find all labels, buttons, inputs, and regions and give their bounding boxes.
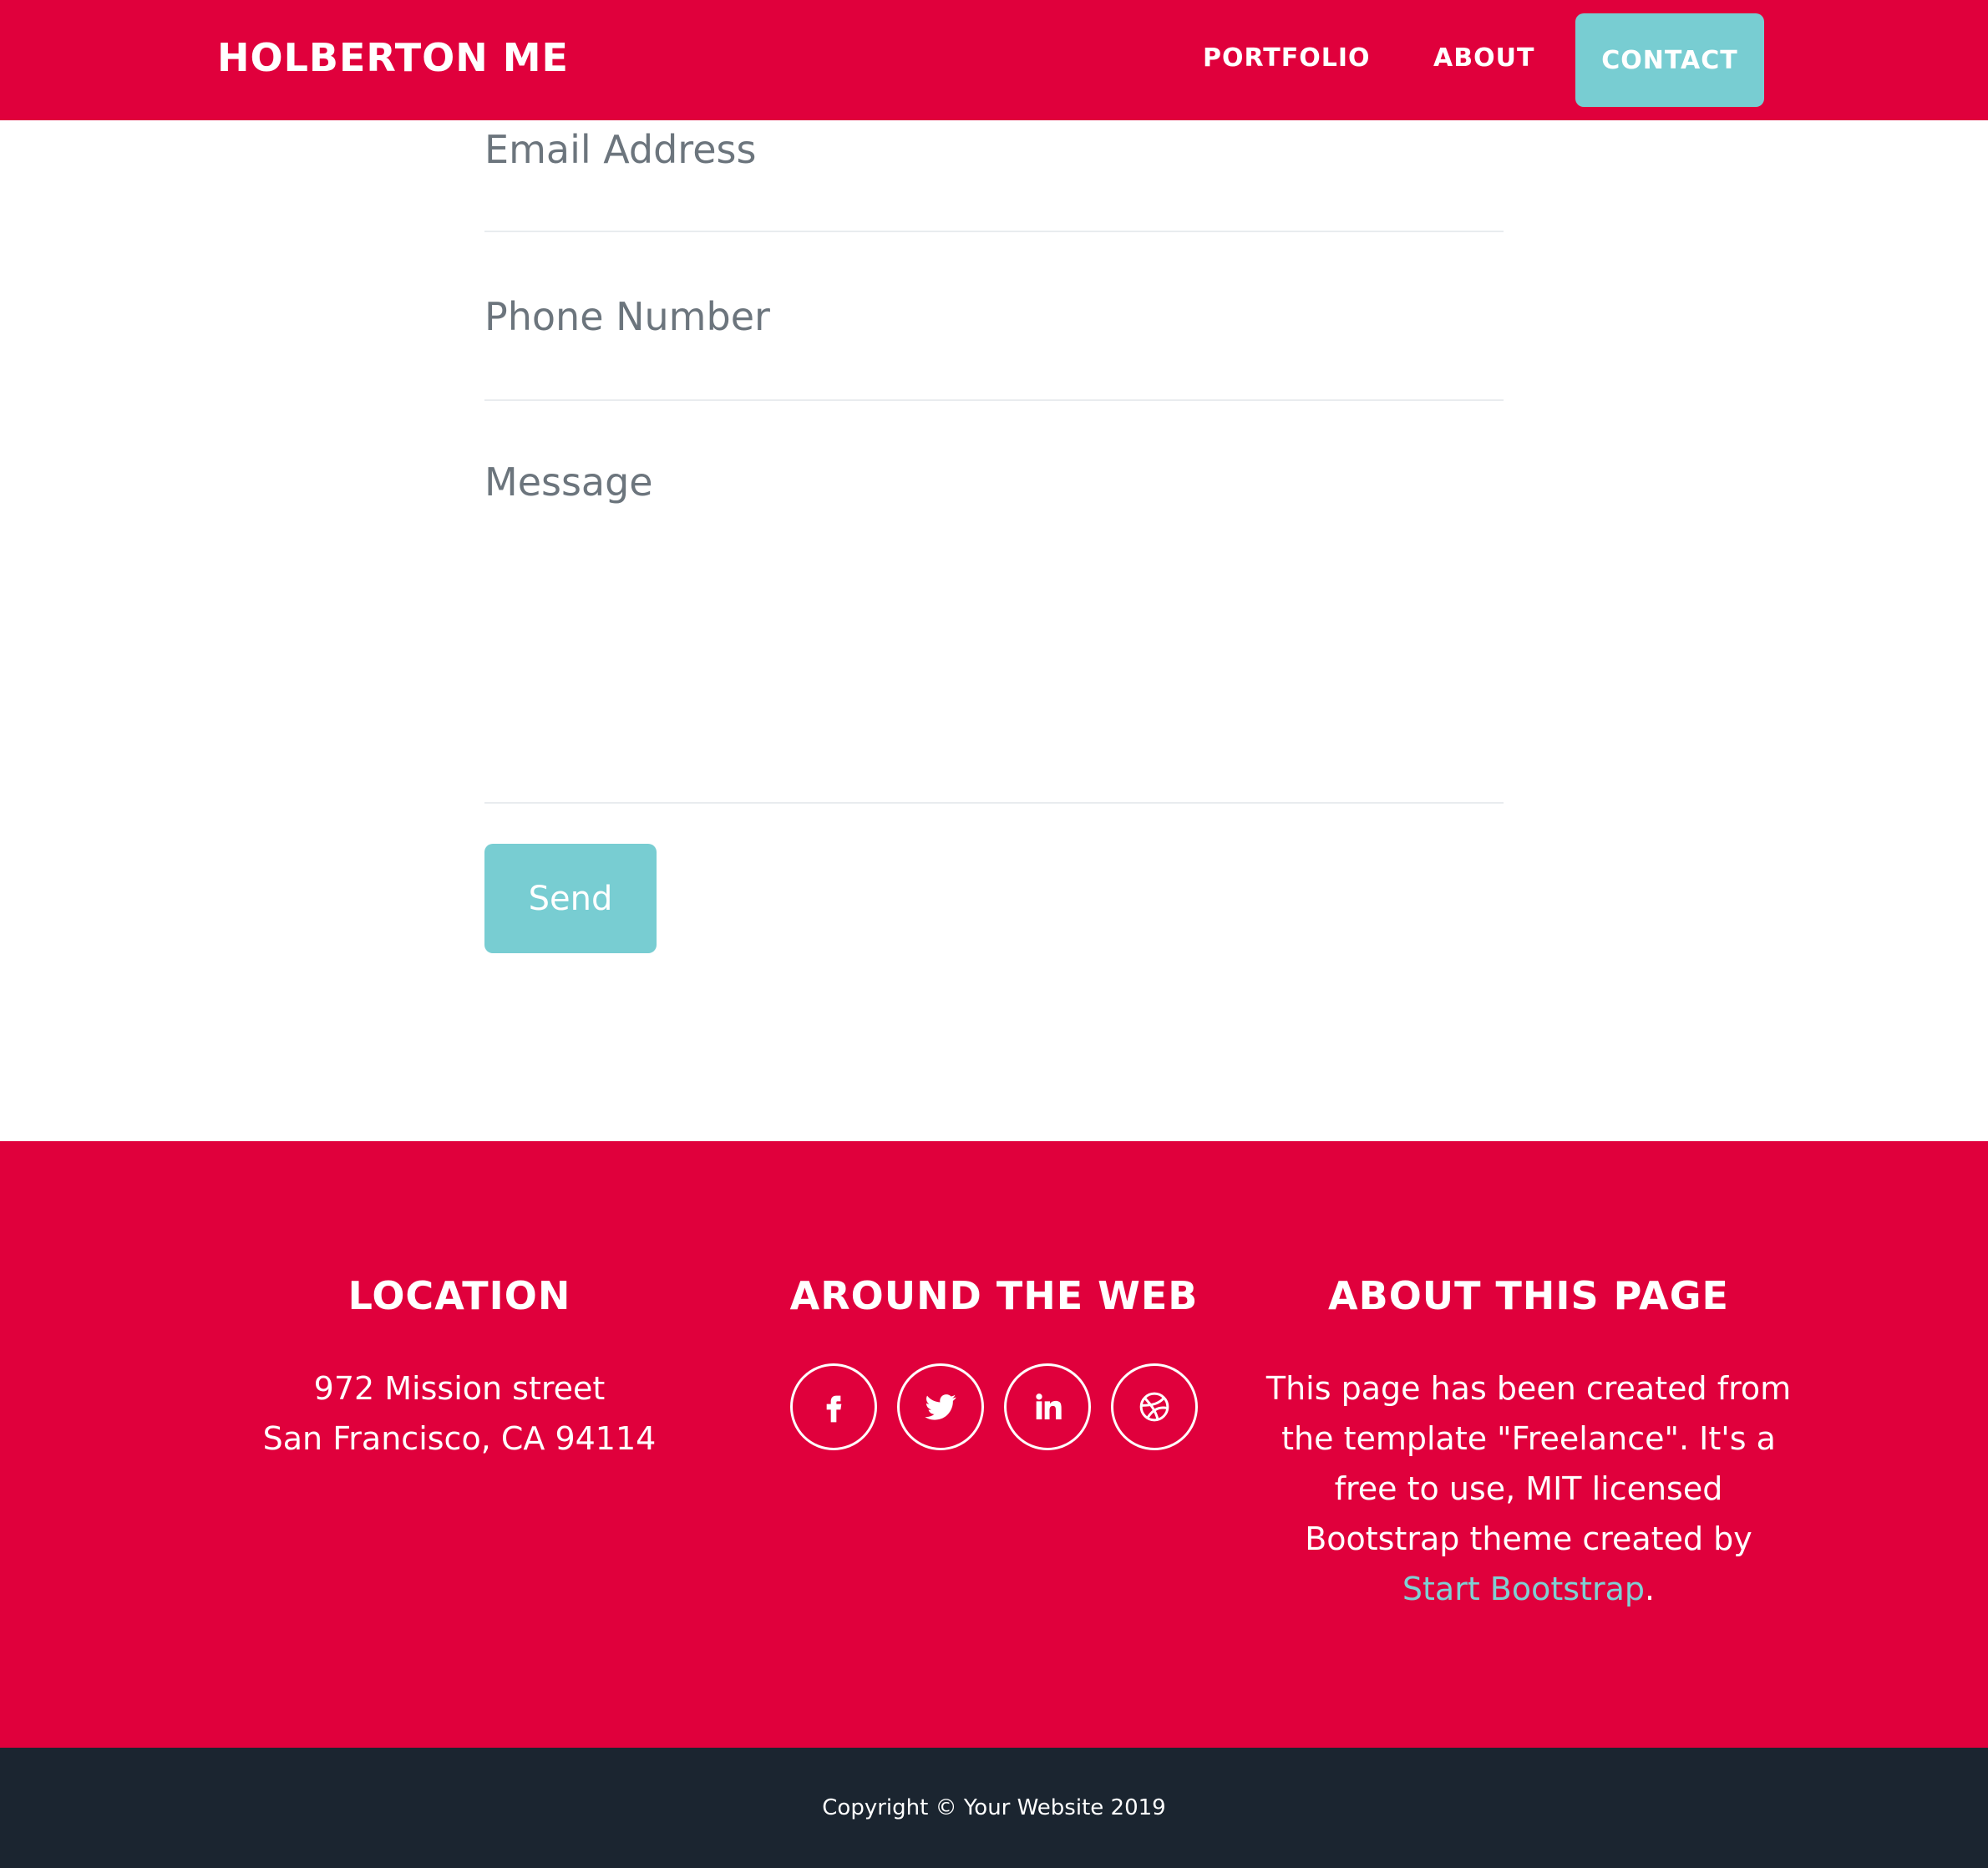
- nav-portfolio[interactable]: PORTFOLIO: [1203, 43, 1370, 73]
- email-field[interactable]: Email Address: [484, 120, 1504, 232]
- about-description: This page has been created from the temp…: [1265, 1370, 1792, 1557]
- about-title: ABOUT THIS PAGE: [1328, 1273, 1729, 1318]
- location-title: LOCATION: [347, 1273, 571, 1318]
- about-period: .: [1645, 1571, 1656, 1607]
- dribbble-icon[interactable]: [1111, 1363, 1198, 1450]
- navbar: HOLBERTON ME PORTFOLIO ABOUT CONTACT: [0, 0, 1988, 120]
- linkedin-icon[interactable]: [1004, 1363, 1091, 1450]
- nav-contact-label: CONTACT: [1601, 45, 1738, 75]
- brand-logo[interactable]: HOLBERTON ME: [217, 35, 569, 80]
- send-button[interactable]: Send: [484, 844, 657, 953]
- message-placeholder: Message: [484, 459, 653, 505]
- address-line-1: 972 Mission street: [313, 1370, 606, 1407]
- nav-about[interactable]: ABOUT: [1433, 43, 1534, 73]
- location-address: 972 Mission street San Francisco, CA 941…: [209, 1363, 710, 1464]
- phone-field[interactable]: Phone Number: [484, 232, 1504, 401]
- around-web-title: AROUND THE WEB: [789, 1273, 1199, 1318]
- message-field[interactable]: Message: [484, 401, 1504, 804]
- copyright-text: Copyright © Your Website 2019: [822, 1795, 1166, 1820]
- address-line-2: San Francisco, CA 94114: [262, 1420, 657, 1457]
- copyright-bar: Copyright © Your Website 2019: [0, 1748, 1988, 1868]
- social-links: [743, 1363, 1245, 1450]
- footer: LOCATION 972 Mission street San Francisc…: [0, 1141, 1988, 1748]
- start-bootstrap-link[interactable]: Start Bootstrap: [1402, 1571, 1645, 1607]
- twitter-icon[interactable]: [897, 1363, 984, 1450]
- about-text: This page has been created from the temp…: [1261, 1363, 1796, 1614]
- nav-contact[interactable]: CONTACT: [1575, 13, 1764, 107]
- email-placeholder: Email Address: [484, 127, 757, 172]
- facebook-icon[interactable]: [790, 1363, 877, 1450]
- phone-placeholder: Phone Number: [484, 294, 770, 339]
